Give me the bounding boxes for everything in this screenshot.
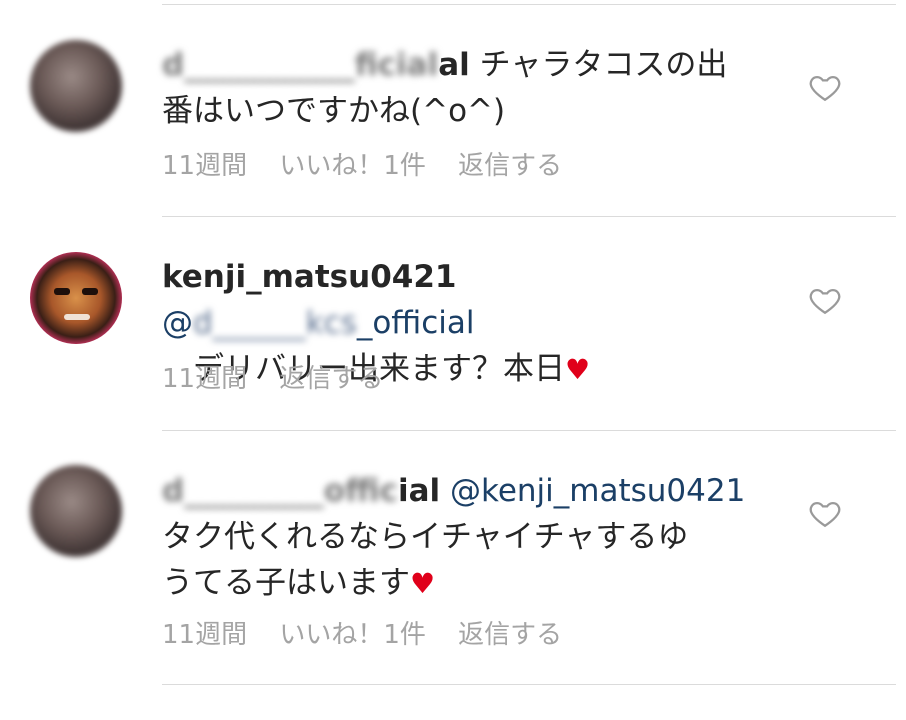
comment-meta: 11週間 いいね！1件 返信する xyxy=(162,614,586,651)
comment-mention[interactable]: @kenji_matsu0421 xyxy=(450,473,745,509)
divider xyxy=(162,430,896,431)
comment-username[interactable]: kenji_matsu0421 xyxy=(162,259,456,295)
divider-top xyxy=(162,4,896,5)
comment-time: 11週間 xyxy=(162,620,248,650)
reply-button[interactable]: 返信する xyxy=(279,364,383,394)
like-heart-icon[interactable] xyxy=(808,70,842,104)
comment-body-line1: チャラタコスの出 xyxy=(479,47,728,83)
comment-text: d_________official @kenji_matsu0421 タク代く… xyxy=(162,468,772,607)
red-heart-emoji: ♥ xyxy=(410,567,436,600)
comment-time: 11週間 xyxy=(162,364,248,394)
comment-meta: 11週間 返信する xyxy=(162,358,407,395)
avatar[interactable] xyxy=(30,40,122,132)
reply-button[interactable]: 返信する xyxy=(458,620,562,650)
comment-body-line2: 番はいつですかね(^o^) xyxy=(162,93,506,129)
comment-likes[interactable]: いいね！1件 xyxy=(279,151,426,181)
comment-body-line1: タク代くれるならイチャイチャするゆ xyxy=(162,519,689,555)
avatar[interactable] xyxy=(30,252,122,344)
comment-meta: 11週間 いいね！1件 返信する xyxy=(162,145,586,182)
comment-time: 11週間 xyxy=(162,151,248,181)
avatar[interactable] xyxy=(30,465,122,557)
comment-likes[interactable]: いいね！1件 xyxy=(279,620,426,650)
comment-username[interactable]: d_________official xyxy=(162,473,440,509)
like-heart-icon[interactable] xyxy=(808,283,842,317)
red-heart-emoji: ♥ xyxy=(565,353,591,386)
reply-button[interactable]: 返信する xyxy=(458,151,562,181)
comment-username[interactable]: d___________ficialal xyxy=(162,47,470,83)
comment-mention[interactable]: @d______kcs_official xyxy=(162,305,475,341)
divider xyxy=(162,216,896,217)
like-heart-icon[interactable] xyxy=(808,496,842,530)
divider xyxy=(162,684,896,685)
comment-body-line2: うてる子はいます xyxy=(162,565,410,601)
comment-text: d___________ficialal チャラタコスの出 番はいつですかね(^… xyxy=(162,42,772,134)
